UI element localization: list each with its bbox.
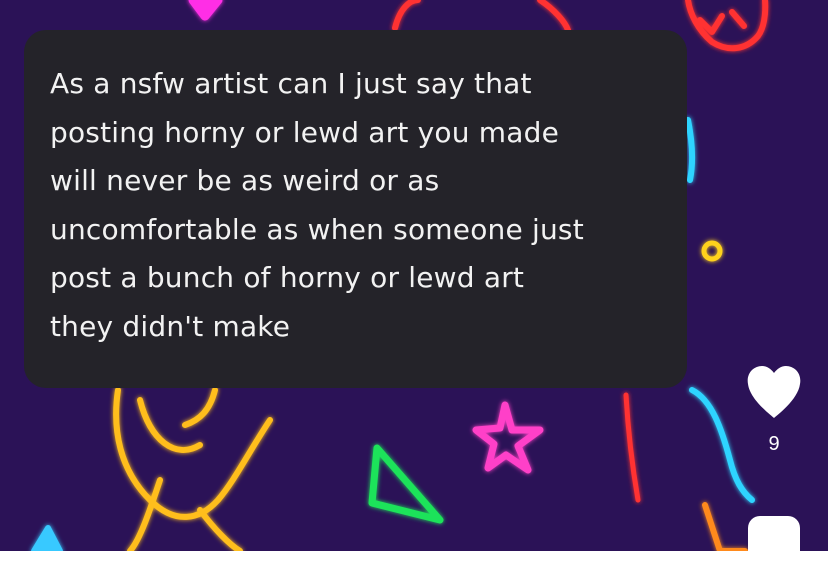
action-button[interactable] xyxy=(748,516,800,568)
yellow-ring-doodle xyxy=(701,240,723,262)
cyan-triangle-doodle xyxy=(31,525,63,551)
pink-star-doodle xyxy=(472,401,544,474)
cyan-arc-doodle xyxy=(689,387,755,503)
post-text: As a nsfw artist can I just say that pos… xyxy=(50,67,584,343)
heart-icon xyxy=(747,366,801,418)
like-count: 9 xyxy=(768,433,780,455)
red-arc-doodle xyxy=(392,0,571,33)
red-line-doodle xyxy=(623,392,641,503)
post-card: As a nsfw artist can I just say that pos… xyxy=(24,30,687,388)
like-button[interactable] xyxy=(746,366,802,420)
orange-wedge-doodle xyxy=(702,502,748,551)
magenta-doodle xyxy=(188,0,223,21)
green-triangle-doodle xyxy=(368,444,444,524)
red-face-doodle xyxy=(685,0,769,52)
cyan-doodle xyxy=(685,117,696,183)
yellow-curve-doodle xyxy=(113,387,273,551)
